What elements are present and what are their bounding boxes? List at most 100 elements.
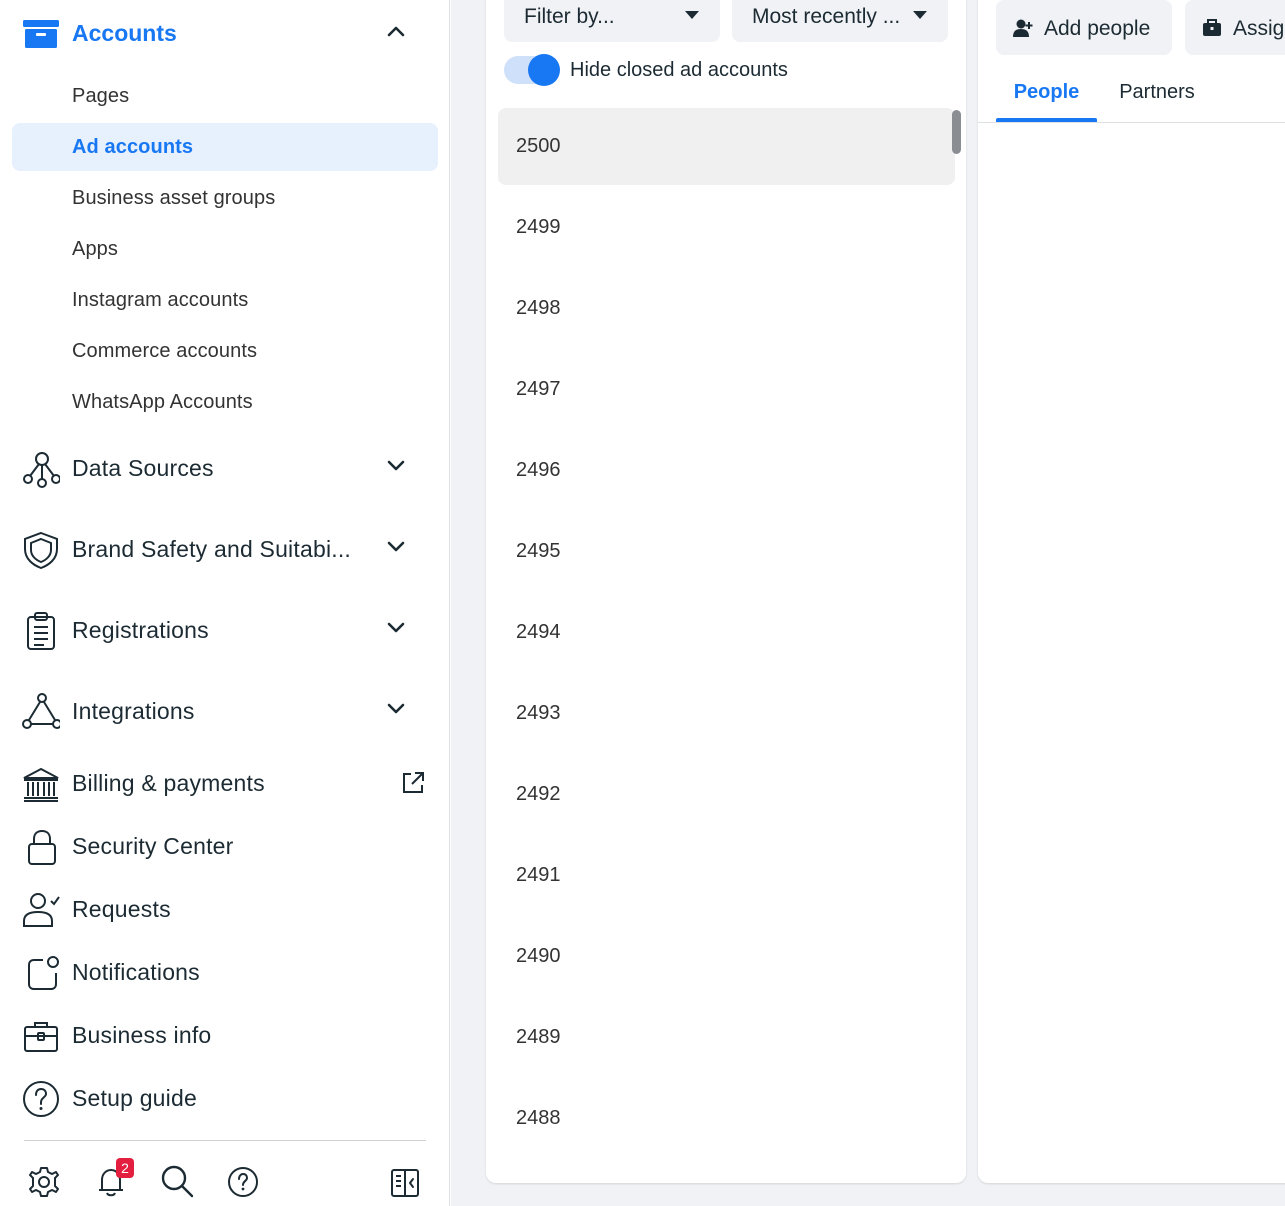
sidebar-item-label: Integrations <box>72 698 195 724</box>
hide-closed-label: Hide closed ad accounts <box>570 59 788 81</box>
add-person-icon <box>1013 18 1033 38</box>
sidebar-bottom-toolbar <box>0 1158 450 1202</box>
question-circle-icon <box>22 1080 60 1118</box>
sidebar-item-notifications[interactable]: Notifications <box>0 944 450 1000</box>
briefcase-icon <box>1202 18 1222 38</box>
sidebar-item-label: Ad accounts <box>72 136 194 158</box>
account-name: 2492 <box>516 783 561 805</box>
sidebar-item-instagram-accounts[interactable]: Instagram accounts <box>12 276 438 324</box>
assign-assets-button[interactable]: Assig <box>1185 0 1285 55</box>
panel-toggle-icon[interactable] <box>388 1162 424 1198</box>
sidebar-item-integrations[interactable]: Integrations <box>0 683 450 739</box>
sidebar-item-data-sources[interactable]: Data Sources <box>0 440 450 496</box>
account-name: 2496 <box>516 459 561 481</box>
list-item[interactable]: 2496 <box>498 432 955 509</box>
sidebar-item-commerce-accounts[interactable]: Commerce accounts <box>12 327 438 375</box>
filter-dropdown[interactable]: Filter by... <box>504 0 720 42</box>
sidebar-item-label: Billing & payments <box>72 770 265 796</box>
sidebar-item-setup-guide[interactable]: Setup guide <box>0 1070 450 1126</box>
chevron-down-icon <box>386 540 406 554</box>
account-name: 2489 <box>516 1026 561 1048</box>
list-item[interactable]: 2495 <box>498 513 955 590</box>
notification-count-badge: 2 <box>116 1158 134 1178</box>
list-item[interactable]: 2489 <box>498 999 955 1076</box>
list-item[interactable]: 2491 <box>498 837 955 914</box>
detail-tabs: People Partners <box>996 70 1285 122</box>
list-item[interactable]: 2492 <box>498 756 955 833</box>
data-sources-icon <box>22 450 60 488</box>
add-people-label: Add people <box>1044 17 1151 40</box>
notification-icon <box>22 954 60 992</box>
sidebar-item-business-asset-groups[interactable]: Business asset groups <box>12 174 438 222</box>
toggle-knob <box>528 54 560 86</box>
sidebar-item-security-center[interactable]: Security Center <box>0 818 450 874</box>
sidebar-item-label: Setup guide <box>72 1085 197 1111</box>
list-item[interactable]: 2497 <box>498 351 955 428</box>
accounts-section-header[interactable]: Accounts <box>0 9 450 57</box>
list-item[interactable]: 2498 <box>498 270 955 347</box>
sidebar-item-label: Commerce accounts <box>72 340 258 362</box>
sidebar-item-brand-safety[interactable]: Brand Safety and Suitabi... <box>0 521 450 577</box>
sidebar-item-requests[interactable]: Requests <box>0 881 450 937</box>
list-scrollbar[interactable] <box>952 110 961 154</box>
assign-assets-label: Assig <box>1233 17 1285 40</box>
sidebar-item-business-info[interactable]: Business info <box>0 1007 450 1063</box>
list-item[interactable]: 2500 <box>498 108 955 185</box>
add-people-button[interactable]: Add people <box>996 0 1172 55</box>
sidebar-item-label: Brand Safety and Suitabi... <box>72 536 352 562</box>
lock-icon <box>22 828 60 866</box>
account-name: 2497 <box>516 378 561 400</box>
filter-dropdown-label: Filter by... <box>524 5 615 28</box>
sidebar-item-label: Registrations <box>72 617 209 643</box>
sidebar-item-registrations[interactable]: Registrations <box>0 602 450 658</box>
integrations-icon <box>22 693 60 731</box>
tab-partners[interactable]: Partners <box>1111 70 1203 122</box>
sidebar-item-label: WhatsApp Accounts <box>72 391 253 413</box>
account-name: 2498 <box>516 297 561 319</box>
search-icon[interactable] <box>159 1162 195 1198</box>
list-item[interactable]: 2488 <box>498 1080 955 1157</box>
chevron-down-icon <box>386 621 406 635</box>
account-name: 2490 <box>516 945 561 967</box>
account-name: 2500 <box>516 135 561 157</box>
sidebar-divider <box>24 1140 426 1141</box>
sort-dropdown[interactable]: Most recently ... <box>732 0 948 42</box>
tab-people[interactable]: People <box>996 70 1097 122</box>
account-name: 2499 <box>516 216 561 238</box>
account-name: 2495 <box>516 540 561 562</box>
chevron-down-icon <box>386 702 406 716</box>
sidebar-item-ad-accounts[interactable]: Ad accounts <box>12 123 438 171</box>
sidebar-item-pages[interactable]: Pages <box>12 72 438 120</box>
account-name: 2493 <box>516 702 561 724</box>
chevron-up-icon <box>386 24 406 38</box>
sidebar-item-billing-payments[interactable]: Billing & payments <box>0 755 450 811</box>
sidebar-item-label: Requests <box>72 896 171 922</box>
account-name: 2494 <box>516 621 561 643</box>
external-link-icon <box>400 770 426 796</box>
list-item[interactable]: 2494 <box>498 594 955 671</box>
list-item[interactable]: 2490 <box>498 918 955 995</box>
tab-label: Partners <box>1119 81 1195 103</box>
briefcase-icon <box>22 1017 60 1055</box>
sidebar-item-apps[interactable]: Apps <box>12 225 438 273</box>
sidebar-item-label: Apps <box>72 238 118 260</box>
list-item[interactable]: 2499 <box>498 189 955 266</box>
tab-label: People <box>1013 81 1080 103</box>
caret-down-icon <box>912 10 928 20</box>
sidebar-item-label: Notifications <box>72 959 200 985</box>
sidebar-item-whatsapp-accounts[interactable]: WhatsApp Accounts <box>12 378 438 426</box>
account-name: 2488 <box>516 1107 561 1129</box>
help-icon[interactable] <box>225 1162 261 1198</box>
detail-panel: Add people Assig People Partners <box>978 0 1285 1183</box>
hide-closed-toggle-row: Hide closed ad accounts <box>504 54 944 86</box>
sidebar-item-label: Instagram accounts <box>72 289 249 311</box>
bank-icon <box>22 765 60 803</box>
sidebar: Accounts Pages Ad accounts Business asse… <box>0 0 450 1206</box>
hide-closed-toggle[interactable] <box>504 54 560 86</box>
shield-icon <box>22 531 60 569</box>
caret-down-icon <box>684 10 700 20</box>
gear-icon[interactable] <box>26 1162 62 1198</box>
sidebar-item-label: Pages <box>72 85 130 107</box>
ad-accounts-list-panel: Filter by... Most recently ... Hide clos… <box>486 0 966 1183</box>
list-item[interactable]: 2493 <box>498 675 955 752</box>
